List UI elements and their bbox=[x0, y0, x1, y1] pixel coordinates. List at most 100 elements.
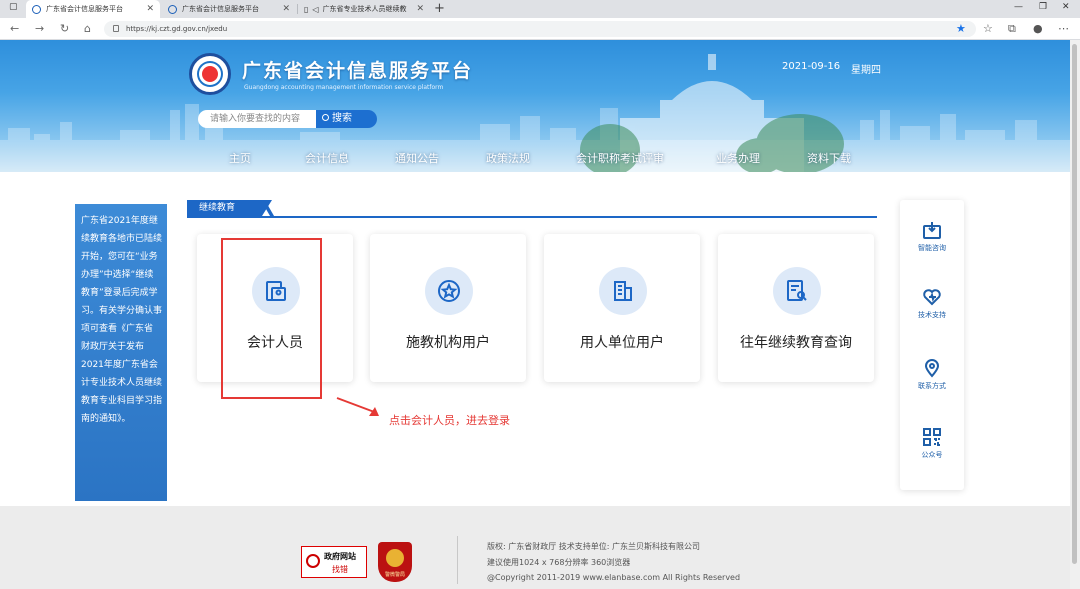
police-badge-label: 警微警局 bbox=[384, 572, 405, 578]
notice-line: 2021年度广东省会 bbox=[81, 360, 158, 370]
tech-support-icon bbox=[923, 289, 941, 306]
card-institution[interactable]: 施教机构用户 bbox=[370, 234, 526, 382]
new-tab-button[interactable]: + bbox=[434, 1, 445, 16]
close-tab-icon[interactable]: ✕ bbox=[146, 4, 154, 14]
browser-tab-bar: ▢ 广东省会计信息服务平台 ✕ 广东省会计信息服务平台 ✕ ▯ ◁ 广东省专业技… bbox=[0, 0, 1080, 18]
gov-website-error-report-badge[interactable]: 政府网站 找错 bbox=[301, 546, 367, 578]
city-skyline-illustration bbox=[0, 54, 1080, 172]
notice-line: 南的通知》。 bbox=[81, 414, 131, 424]
notice-line: 广东省2021年度继 bbox=[81, 216, 158, 226]
search-button[interactable]: 搜索 bbox=[316, 110, 377, 128]
qr-code-icon bbox=[923, 428, 941, 446]
notice-line: 教育”登录后完成学 bbox=[81, 288, 158, 298]
location-pin-icon bbox=[924, 359, 940, 378]
side-item-tech-support[interactable]: 技术支持 bbox=[900, 287, 964, 320]
building-icon bbox=[599, 267, 647, 315]
site-title: 广东省会计信息服务平台 bbox=[242, 60, 474, 82]
nav-title-exam[interactable]: 会计职称考试评审 bbox=[576, 150, 664, 166]
search-icon bbox=[322, 114, 329, 121]
side-item-label: 智能咨询 bbox=[918, 244, 946, 252]
address-toolbar: ← → ↻ ⌂ https://kj.czt.gd.gov.cn/jxedu ★… bbox=[0, 18, 1080, 40]
browser-tab-1[interactable]: 广东省会计信息服务平台 ✕ bbox=[26, 0, 160, 18]
notice-line: 财政厅关于发布 bbox=[81, 342, 145, 352]
browser-tab-3[interactable]: ▯ ◁ 广东省专业技术人员继续教 ✕ bbox=[298, 0, 430, 18]
card-label: 往年继续教育查询 bbox=[740, 335, 852, 351]
notice-line: 办理”中选择“继续 bbox=[81, 270, 154, 280]
close-window-icon[interactable]: ✕ bbox=[1062, 2, 1070, 12]
side-item-label: 技术支持 bbox=[918, 311, 946, 319]
site-favicon-icon bbox=[168, 4, 177, 14]
card-employer[interactable]: 用人单位用户 bbox=[544, 234, 700, 382]
home-icon[interactable]: ⌂ bbox=[84, 22, 91, 36]
refresh-icon[interactable]: ↻ bbox=[60, 22, 69, 36]
minimize-icon[interactable]: — bbox=[1014, 2, 1023, 12]
gov-badge-subtitle: 找错 bbox=[332, 565, 348, 574]
close-tab-icon[interactable]: ✕ bbox=[416, 4, 424, 14]
police-emblem-icon bbox=[386, 549, 404, 567]
current-weekday: 星期四 bbox=[851, 65, 881, 76]
nav-business[interactable]: 业务办理 bbox=[716, 150, 760, 166]
url-text: https://kj.czt.gd.gov.cn/jxedu bbox=[126, 25, 228, 33]
profile-avatar-icon[interactable]: ● bbox=[1033, 21, 1043, 37]
notice-line: 续教育各地市已陆续 bbox=[81, 234, 163, 244]
tab-title: 广东省会计信息服务平台 bbox=[182, 5, 259, 13]
card-label: 用人单位用户 bbox=[580, 335, 664, 351]
query-document-icon bbox=[773, 267, 821, 315]
site-header-banner: 广东省会计信息服务平台 Guangdong accounting managem… bbox=[0, 40, 1080, 172]
side-item-smart-consult[interactable]: 智能咨询 bbox=[900, 220, 964, 253]
nav-notices[interactable]: 通知公告 bbox=[395, 150, 439, 166]
scrollbar-thumb[interactable] bbox=[1072, 44, 1077, 564]
side-item-contact[interactable]: 联系方式 bbox=[900, 358, 964, 391]
footer-divider bbox=[457, 536, 458, 584]
site-subtitle: Guangdong accounting management informat… bbox=[244, 84, 444, 91]
notice-line: 项可查看《广东省 bbox=[81, 324, 154, 334]
card-past-query[interactable]: 往年继续教育查询 bbox=[718, 234, 874, 382]
side-item-wechat[interactable]: 公众号 bbox=[900, 427, 964, 460]
smart-consult-icon bbox=[923, 222, 941, 239]
close-tab-icon[interactable]: ✕ bbox=[282, 4, 290, 14]
favorite-star-icon[interactable]: ★ bbox=[956, 21, 966, 37]
side-toolbar: 智能咨询 技术支持 联系方式 公众号 bbox=[900, 200, 964, 490]
search-input[interactable]: 请输入你要查找的内容 bbox=[198, 110, 316, 128]
police-badge[interactable]: 警微警局 bbox=[378, 542, 412, 582]
restore-icon[interactable]: ❐ bbox=[1039, 2, 1047, 12]
tab-title: 广东省专业技术人员继续教 bbox=[322, 5, 407, 13]
url-bar[interactable]: https://kj.czt.gd.gov.cn/jxedu bbox=[104, 21, 976, 37]
back-icon[interactable]: ← bbox=[10, 22, 19, 36]
tab-actions-icon[interactable]: ▢ bbox=[9, 2, 18, 12]
current-date: 2021-09-16 bbox=[782, 61, 841, 72]
footer-resolution-tip: 建议使用1024 x 768分辨率 360浏览器 bbox=[487, 558, 631, 567]
side-item-label: 联系方式 bbox=[918, 382, 946, 390]
annotation-arrow-icon bbox=[336, 397, 379, 416]
notice-panel[interactable]: 广东省2021年度继 续教育各地市已陆续 开始，您可在“业务 办理”中选择“继续… bbox=[75, 204, 167, 501]
more-menu-icon[interactable]: ⋯ bbox=[1058, 21, 1069, 37]
nav-home[interactable]: 主页 bbox=[229, 150, 251, 166]
page-icon: ▯ bbox=[304, 4, 309, 14]
annotation-hint: 点击会计人员，进去登录 bbox=[389, 414, 510, 427]
side-item-label: 公众号 bbox=[921, 451, 943, 459]
institution-icon bbox=[425, 267, 473, 315]
lock-icon bbox=[113, 25, 119, 32]
browser-tab-2[interactable]: 广东省会计信息服务平台 ✕ bbox=[162, 0, 296, 18]
annotation-highlight-box bbox=[221, 238, 322, 399]
gov-badge-title: 政府网站 bbox=[324, 552, 356, 561]
notice-line: 习。有关学分确认事 bbox=[81, 306, 163, 316]
tab-title: 广东省会计信息服务平台 bbox=[46, 5, 123, 13]
footer-rights: @Copyright 2011-2019 www.elanbase.com Al… bbox=[487, 573, 741, 582]
page-scrollbar[interactable] bbox=[1070, 40, 1080, 589]
search-button-label: 搜索 bbox=[332, 113, 352, 124]
card-label: 施教机构用户 bbox=[406, 335, 490, 351]
magnifier-icon bbox=[306, 554, 320, 568]
favorites-icon[interactable]: ☆ bbox=[983, 21, 993, 37]
collections-icon[interactable]: ⧉ bbox=[1008, 21, 1016, 37]
main-content: 广东省2021年度继 续教育各地市已陆续 开始，您可在“业务 办理”中选择“继续… bbox=[0, 172, 1080, 506]
site-logo[interactable] bbox=[189, 53, 231, 95]
nav-accounting-info[interactable]: 会计信息 bbox=[305, 150, 349, 166]
notice-line: 计专业技术人员继续 bbox=[81, 378, 163, 388]
nav-policies[interactable]: 政策法规 bbox=[486, 150, 530, 166]
nav-downloads[interactable]: 资料下载 bbox=[807, 150, 851, 166]
notice-line: 开始，您可在“业务 bbox=[81, 252, 158, 262]
forward-icon[interactable]: → bbox=[35, 22, 44, 36]
footer-copyright: 版权: 广东省财政厅 技术支持单位: 广东兰贝斯科技有限公司 bbox=[487, 542, 701, 551]
speaker-icon: ◁ bbox=[312, 4, 319, 14]
